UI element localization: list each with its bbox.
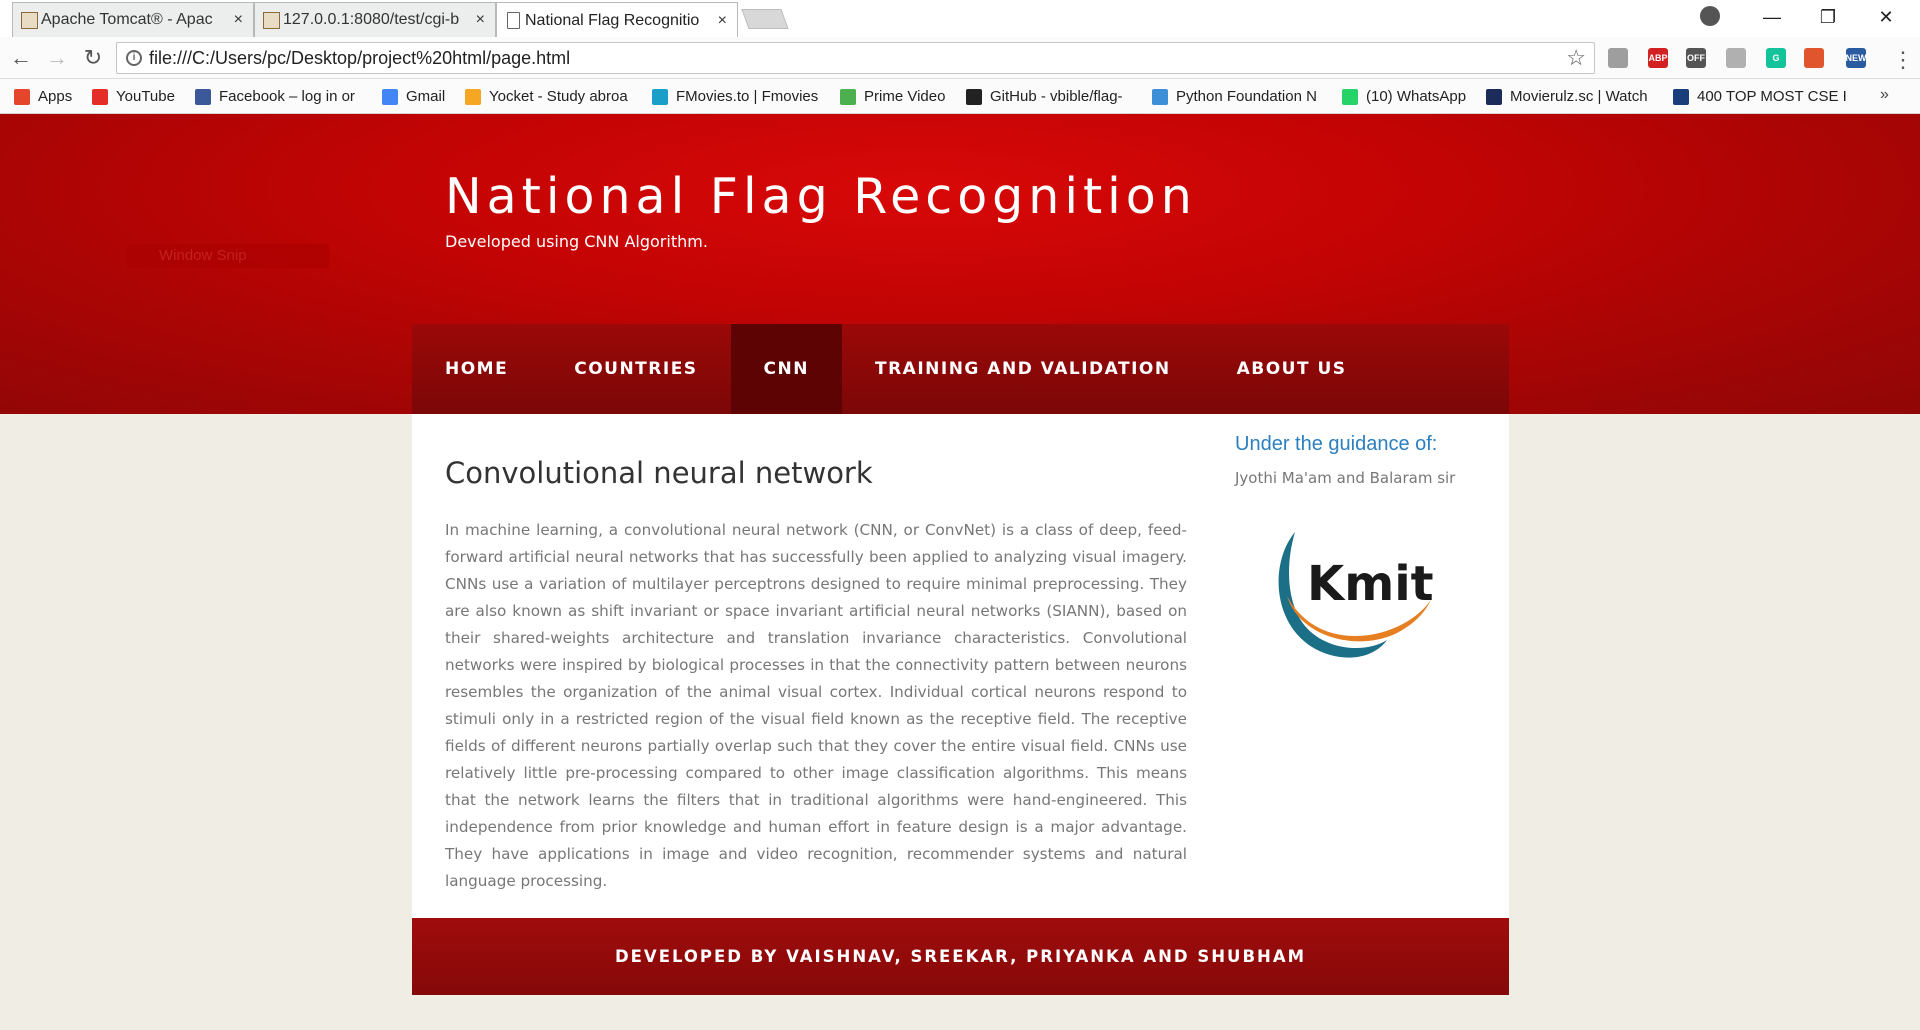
bookmark-favicon-icon xyxy=(92,88,108,105)
tab-title: 127.0.0.1:8080/test/cgi-b xyxy=(283,11,460,28)
browser-menu-icon[interactable]: ⋮ xyxy=(1892,47,1914,73)
bookmark-favicon-icon xyxy=(652,88,668,105)
bookmark-label: Yocket - Study abroa xyxy=(489,88,628,105)
bookmark-item[interactable]: Prime Video xyxy=(840,79,958,114)
nav-home[interactable]: HOME xyxy=(412,324,541,414)
bookmarks-bar: Apps YouTube Facebook – log in or Gmail Yock… xyxy=(0,79,1920,114)
site-footer: DEVELOPED BY VAISHNAV, SREEKAR, PRIYANKA… xyxy=(412,918,1509,995)
close-window-button[interactable]: ✕ xyxy=(1858,0,1914,34)
bookmark-label: 400 TOP MOST CSE I xyxy=(1697,88,1847,105)
footer-credits: DEVELOPED BY VAISHNAV, SREEKAR, PRIYANKA… xyxy=(614,947,1307,966)
bookmark-item[interactable]: 400 TOP MOST CSE I xyxy=(1673,79,1848,114)
tomcat-favicon-icon xyxy=(263,12,280,29)
bookmark-favicon-icon xyxy=(840,88,856,105)
bookmark-label: (10) WhatsApp xyxy=(1366,88,1467,105)
tab-close-icon[interactable]: × xyxy=(476,11,485,29)
window-snip-overlay: Window Snip xyxy=(127,244,329,268)
bookmark-item[interactable]: Gmail xyxy=(382,79,457,114)
bookmark-item[interactable]: GitHub - vbible/flag- xyxy=(966,79,1142,114)
off-toggle-icon[interactable]: OFF xyxy=(1686,48,1706,68)
kmit-logo-text: Kmit xyxy=(1307,556,1434,612)
minimize-button[interactable]: — xyxy=(1744,0,1800,34)
sidebar-guides: Jyothi Ma'am and Balaram sir xyxy=(1235,469,1456,487)
bookmark-label: FMovies.to | Fmovies xyxy=(676,88,819,105)
browser-toolbar: ← → ↻ i ☆ ABP OFF G NEW ⋮ xyxy=(0,37,1920,79)
tomcat-favicon-icon xyxy=(21,12,38,29)
content-body: In machine learning, a convolutional neu… xyxy=(445,521,1187,890)
bookmark-item[interactable]: FMovies.to | Fmovies xyxy=(652,79,828,114)
main-nav: HOME COUNTRIES CNN TRAINING AND VALIDATI… xyxy=(412,324,1509,414)
bookmark-favicon-icon xyxy=(1152,88,1168,105)
content-title: Convolutional neural network xyxy=(445,456,873,490)
bookmark-favicon-icon xyxy=(1673,88,1689,105)
back-button[interactable]: ← xyxy=(8,45,34,71)
bookmark-favicon-icon xyxy=(1342,88,1358,105)
site-subtitle: Developed using CNN Algorithm. xyxy=(445,232,708,251)
bookmark-label: Apps xyxy=(38,88,73,105)
adblock-plus-icon[interactable]: ABP xyxy=(1648,48,1668,68)
bookmark-favicon-icon xyxy=(14,88,30,105)
tab-close-icon[interactable]: × xyxy=(718,12,727,30)
sidebar-title: Under the guidance of: xyxy=(1235,433,1438,455)
bookmark-item[interactable]: YouTube xyxy=(92,79,184,114)
bookmark-label: Movierulz.sc | Watch xyxy=(1510,88,1648,105)
bookmark-favicon-icon xyxy=(465,88,481,105)
bookmark-favicon-icon xyxy=(382,88,398,105)
office-icon[interactable] xyxy=(1804,48,1824,68)
restore-button[interactable]: ❐ xyxy=(1800,0,1856,34)
tab-apache-tomcat[interactable]: Apache Tomcat® - Apac × xyxy=(12,2,254,37)
nav-cnn[interactable]: CNN xyxy=(730,324,842,414)
bookmark-item[interactable]: Facebook – log in or xyxy=(195,79,370,114)
bookmarks-overflow-button[interactable]: » xyxy=(1880,86,1889,104)
new-tab-button[interactable] xyxy=(741,9,789,29)
tab-national-flag[interactable]: National Flag Recognitio × xyxy=(496,2,738,38)
tab-strip: Apache Tomcat® - Apac × 127.0.0.1:8080/t… xyxy=(0,0,1920,38)
web-page: Window Snip National Flag Recognition De… xyxy=(0,114,1920,1030)
address-bar[interactable]: i ☆ xyxy=(116,42,1595,74)
nav-countries[interactable]: COUNTRIES xyxy=(541,324,730,414)
kmit-logo: Kmit xyxy=(1278,532,1434,658)
reload-button[interactable]: ↻ xyxy=(80,45,106,71)
bookmark-label: Prime Video xyxy=(864,88,946,105)
bookmark-label: Python Foundation N xyxy=(1176,88,1317,105)
docs-icon[interactable] xyxy=(1608,48,1628,68)
news-icon[interactable]: NEW xyxy=(1846,48,1867,68)
bookmark-item[interactable]: Movierulz.sc | Watch xyxy=(1486,79,1661,114)
tab-close-icon[interactable]: × xyxy=(234,11,243,29)
tab-cgi[interactable]: 127.0.0.1:8080/test/cgi-b × xyxy=(254,2,496,37)
profile-icon[interactable] xyxy=(1700,6,1720,26)
bookmark-item[interactable]: Yocket - Study abroa xyxy=(465,79,640,114)
bookmark-label: GitHub - vbible/flag- xyxy=(990,88,1123,105)
bookmark-item[interactable]: (10) WhatsApp xyxy=(1342,79,1474,114)
page-favicon-icon xyxy=(507,12,520,29)
bookmark-favicon-icon xyxy=(1486,88,1502,105)
grammarly-icon[interactable]: G xyxy=(1766,48,1786,68)
bookmark-favicon-icon xyxy=(966,88,982,105)
bookmark-label: YouTube xyxy=(116,88,175,105)
extension-icon[interactable] xyxy=(1726,48,1746,68)
bookmark-label: Facebook – log in or xyxy=(219,88,355,105)
nav-about-us[interactable]: ABOUT US xyxy=(1204,324,1380,414)
info-icon[interactable]: i xyxy=(126,50,142,66)
site-title: National Flag Recognition xyxy=(445,168,1197,225)
bookmark-item[interactable]: Python Foundation N xyxy=(1152,79,1332,114)
url-input[interactable] xyxy=(149,46,1529,70)
forward-button[interactable]: → xyxy=(44,45,70,71)
bookmark-favicon-icon xyxy=(195,88,211,105)
bookmark-label: Gmail xyxy=(406,88,446,105)
tab-title: Apache Tomcat® - Apac xyxy=(41,11,213,28)
content-container: Convolutional neural network In machine … xyxy=(412,414,1509,918)
tab-title: National Flag Recognitio xyxy=(525,11,700,29)
bookmark-star-icon[interactable]: ☆ xyxy=(1566,45,1586,71)
nav-training-and-validation[interactable]: TRAINING AND VALIDATION xyxy=(842,324,1204,414)
bookmark-item[interactable]: Apps xyxy=(14,79,84,114)
